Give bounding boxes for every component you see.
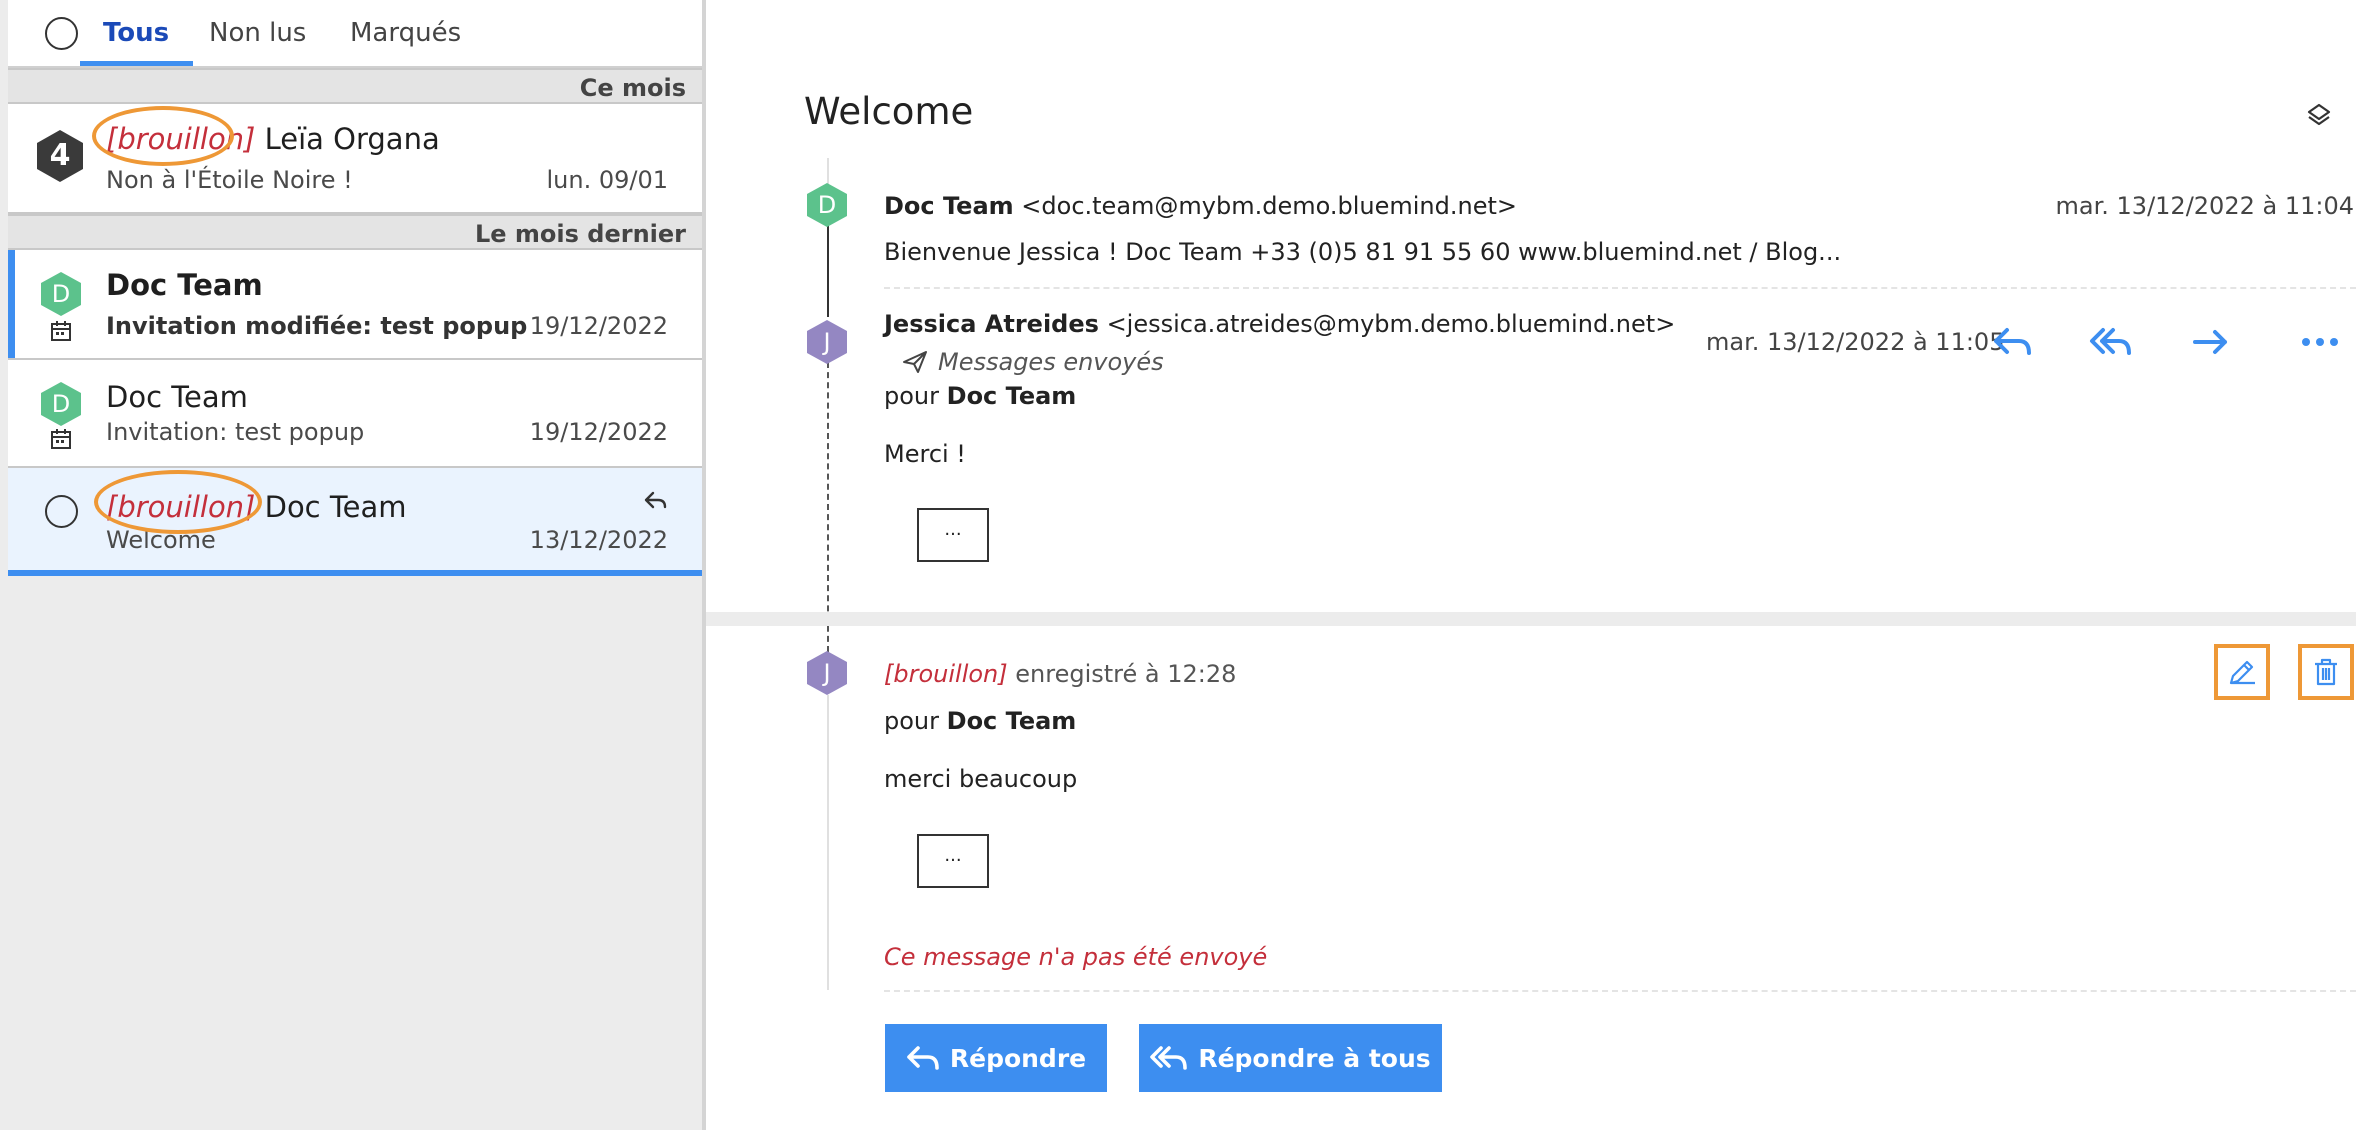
conversation-subject: Welcome [804, 90, 974, 133]
thread-line [827, 695, 829, 990]
reply-all-icon [1150, 1046, 1188, 1070]
reading-pane: Welcome D Doc Team <doc.team@mybm.demo.b… [706, 0, 2356, 1130]
draft-body: merci beaucoup [884, 765, 1078, 793]
trash-icon [2315, 658, 2337, 686]
reply-button-label: Répondre [949, 1043, 1087, 1073]
message-recipients: pour Doc Team [884, 707, 1076, 735]
list-item-date: lun. 09/01 [546, 166, 668, 194]
list-item-date: 19/12/2022 [529, 418, 668, 446]
draft-saved-time: enregistré à 12:28 [1015, 660, 1237, 688]
list-item[interactable]: D Doc Team Invitation modifiée: test pop… [8, 250, 702, 360]
draft-separator [706, 612, 2356, 626]
reply-all-button[interactable]: Répondre à tous [1139, 1024, 1442, 1092]
highlight-ellipse [94, 470, 262, 534]
avatar: D [807, 183, 847, 227]
select-checkbox[interactable] [45, 495, 78, 528]
avatar: J [807, 651, 847, 695]
message-preview[interactable]: Bienvenue Jessica ! Doc Team +33 (0)5 81… [884, 238, 1841, 266]
reply-icon [907, 1046, 939, 1070]
sender-email: <doc.team@mybm.demo.bluemind.net> [1021, 192, 1517, 220]
to-prefix: pour [884, 382, 939, 410]
message-date: mar. 13/12/2022 à 11:05 [1706, 328, 2005, 356]
draft-header: [brouillon] enregistré à 12:28 [884, 660, 1236, 688]
divider [884, 990, 2356, 992]
send-icon [903, 351, 927, 373]
list-item-subject: Non à l'Étoile Noire ! [106, 166, 353, 194]
list-item-date: 13/12/2022 [529, 526, 668, 554]
message-date: mar. 13/12/2022 à 11:04 [2055, 192, 2354, 220]
group-header-last-month: Le mois dernier [8, 214, 702, 250]
list-item-selected[interactable]: [brouillon] Doc Team Welcome 13/12/2022 [8, 468, 702, 576]
reply-all-icon[interactable] [2089, 322, 2133, 362]
delete-draft-button[interactable] [2298, 644, 2354, 700]
avatar: J [807, 320, 847, 364]
group-label: Le mois dernier [474, 220, 686, 248]
avatar: D [41, 272, 81, 316]
more-options-icon[interactable] [2298, 322, 2342, 362]
reply-button[interactable]: Répondre [885, 1024, 1107, 1092]
sender-email: <jessica.atreides@mybm.demo.bluemind.net… [1106, 310, 1676, 338]
list-item[interactable]: 4 [brouillon] Leïa Organa Non à l'Étoile… [8, 104, 702, 214]
edit-draft-button[interactable] [2214, 644, 2270, 700]
list-item-name: Doc Team [106, 268, 263, 302]
unread-indicator [8, 250, 15, 358]
replied-icon [644, 491, 667, 509]
highlight-ellipse [92, 106, 234, 166]
show-quoted-button[interactable]: ... [917, 508, 989, 562]
active-tab-indicator [80, 61, 193, 66]
list-item[interactable]: D Doc Team Invitation: test popup 19/12/… [8, 360, 702, 468]
tab-all[interactable]: Tous [103, 18, 169, 48]
folder-label: Messages envoyés [938, 348, 1164, 376]
recipient-name: Doc Team [946, 707, 1077, 735]
avatar: D [41, 382, 81, 426]
forward-icon[interactable] [2189, 322, 2233, 362]
calendar-icon [51, 321, 71, 341]
thread-line-dotted [827, 362, 829, 652]
sender-name: Doc Team [264, 490, 407, 524]
to-prefix: pour [884, 707, 939, 735]
message-sender[interactable]: Jessica Atreides <jessica.atreides@mybm.… [884, 310, 1675, 338]
filter-bar: Tous Non lus Marqués [8, 0, 702, 68]
draft-tag: [brouillon] [884, 660, 1008, 688]
group-header-this-month: Ce mois [8, 68, 702, 104]
tab-flagged[interactable]: Marqués [350, 18, 461, 48]
thread-line [827, 225, 829, 317]
sender-name: Jessica Atreides [884, 310, 1099, 338]
divider [884, 287, 2356, 289]
message-list-pane: Tous Non lus Marqués Ce mois 4 [brouillo… [0, 0, 706, 1130]
not-sent-warning: Ce message n'a pas été envoyé [884, 943, 1268, 971]
reply-icon[interactable] [1991, 322, 2035, 362]
message-body: Merci ! [884, 440, 966, 468]
pencil-icon [2229, 660, 2255, 685]
message-recipients: pour Doc Team [884, 382, 1076, 410]
group-label: Ce mois [579, 74, 686, 102]
avatar: 4 [37, 130, 83, 182]
layers-icon[interactable] [2306, 102, 2332, 128]
list-item-subject: Invitation modifiée: test popup [106, 312, 528, 340]
calendar-icon [51, 429, 71, 449]
reply-all-button-label: Répondre à tous [1198, 1043, 1431, 1073]
show-quoted-button[interactable]: ... [917, 834, 989, 888]
tab-unread[interactable]: Non lus [209, 18, 306, 48]
list-item-name: Doc Team [106, 380, 248, 414]
select-all-checkbox[interactable] [45, 17, 78, 50]
sender-name: Doc Team [884, 192, 1014, 220]
list-item-date: 19/12/2022 [529, 312, 668, 340]
list-item-subject: Invitation: test popup [106, 418, 365, 446]
sender-name: Leïa Organa [264, 122, 440, 156]
recipient-name: Doc Team [946, 382, 1077, 410]
message-sender[interactable]: Doc Team <doc.team@mybm.demo.bluemind.ne… [884, 192, 1517, 220]
